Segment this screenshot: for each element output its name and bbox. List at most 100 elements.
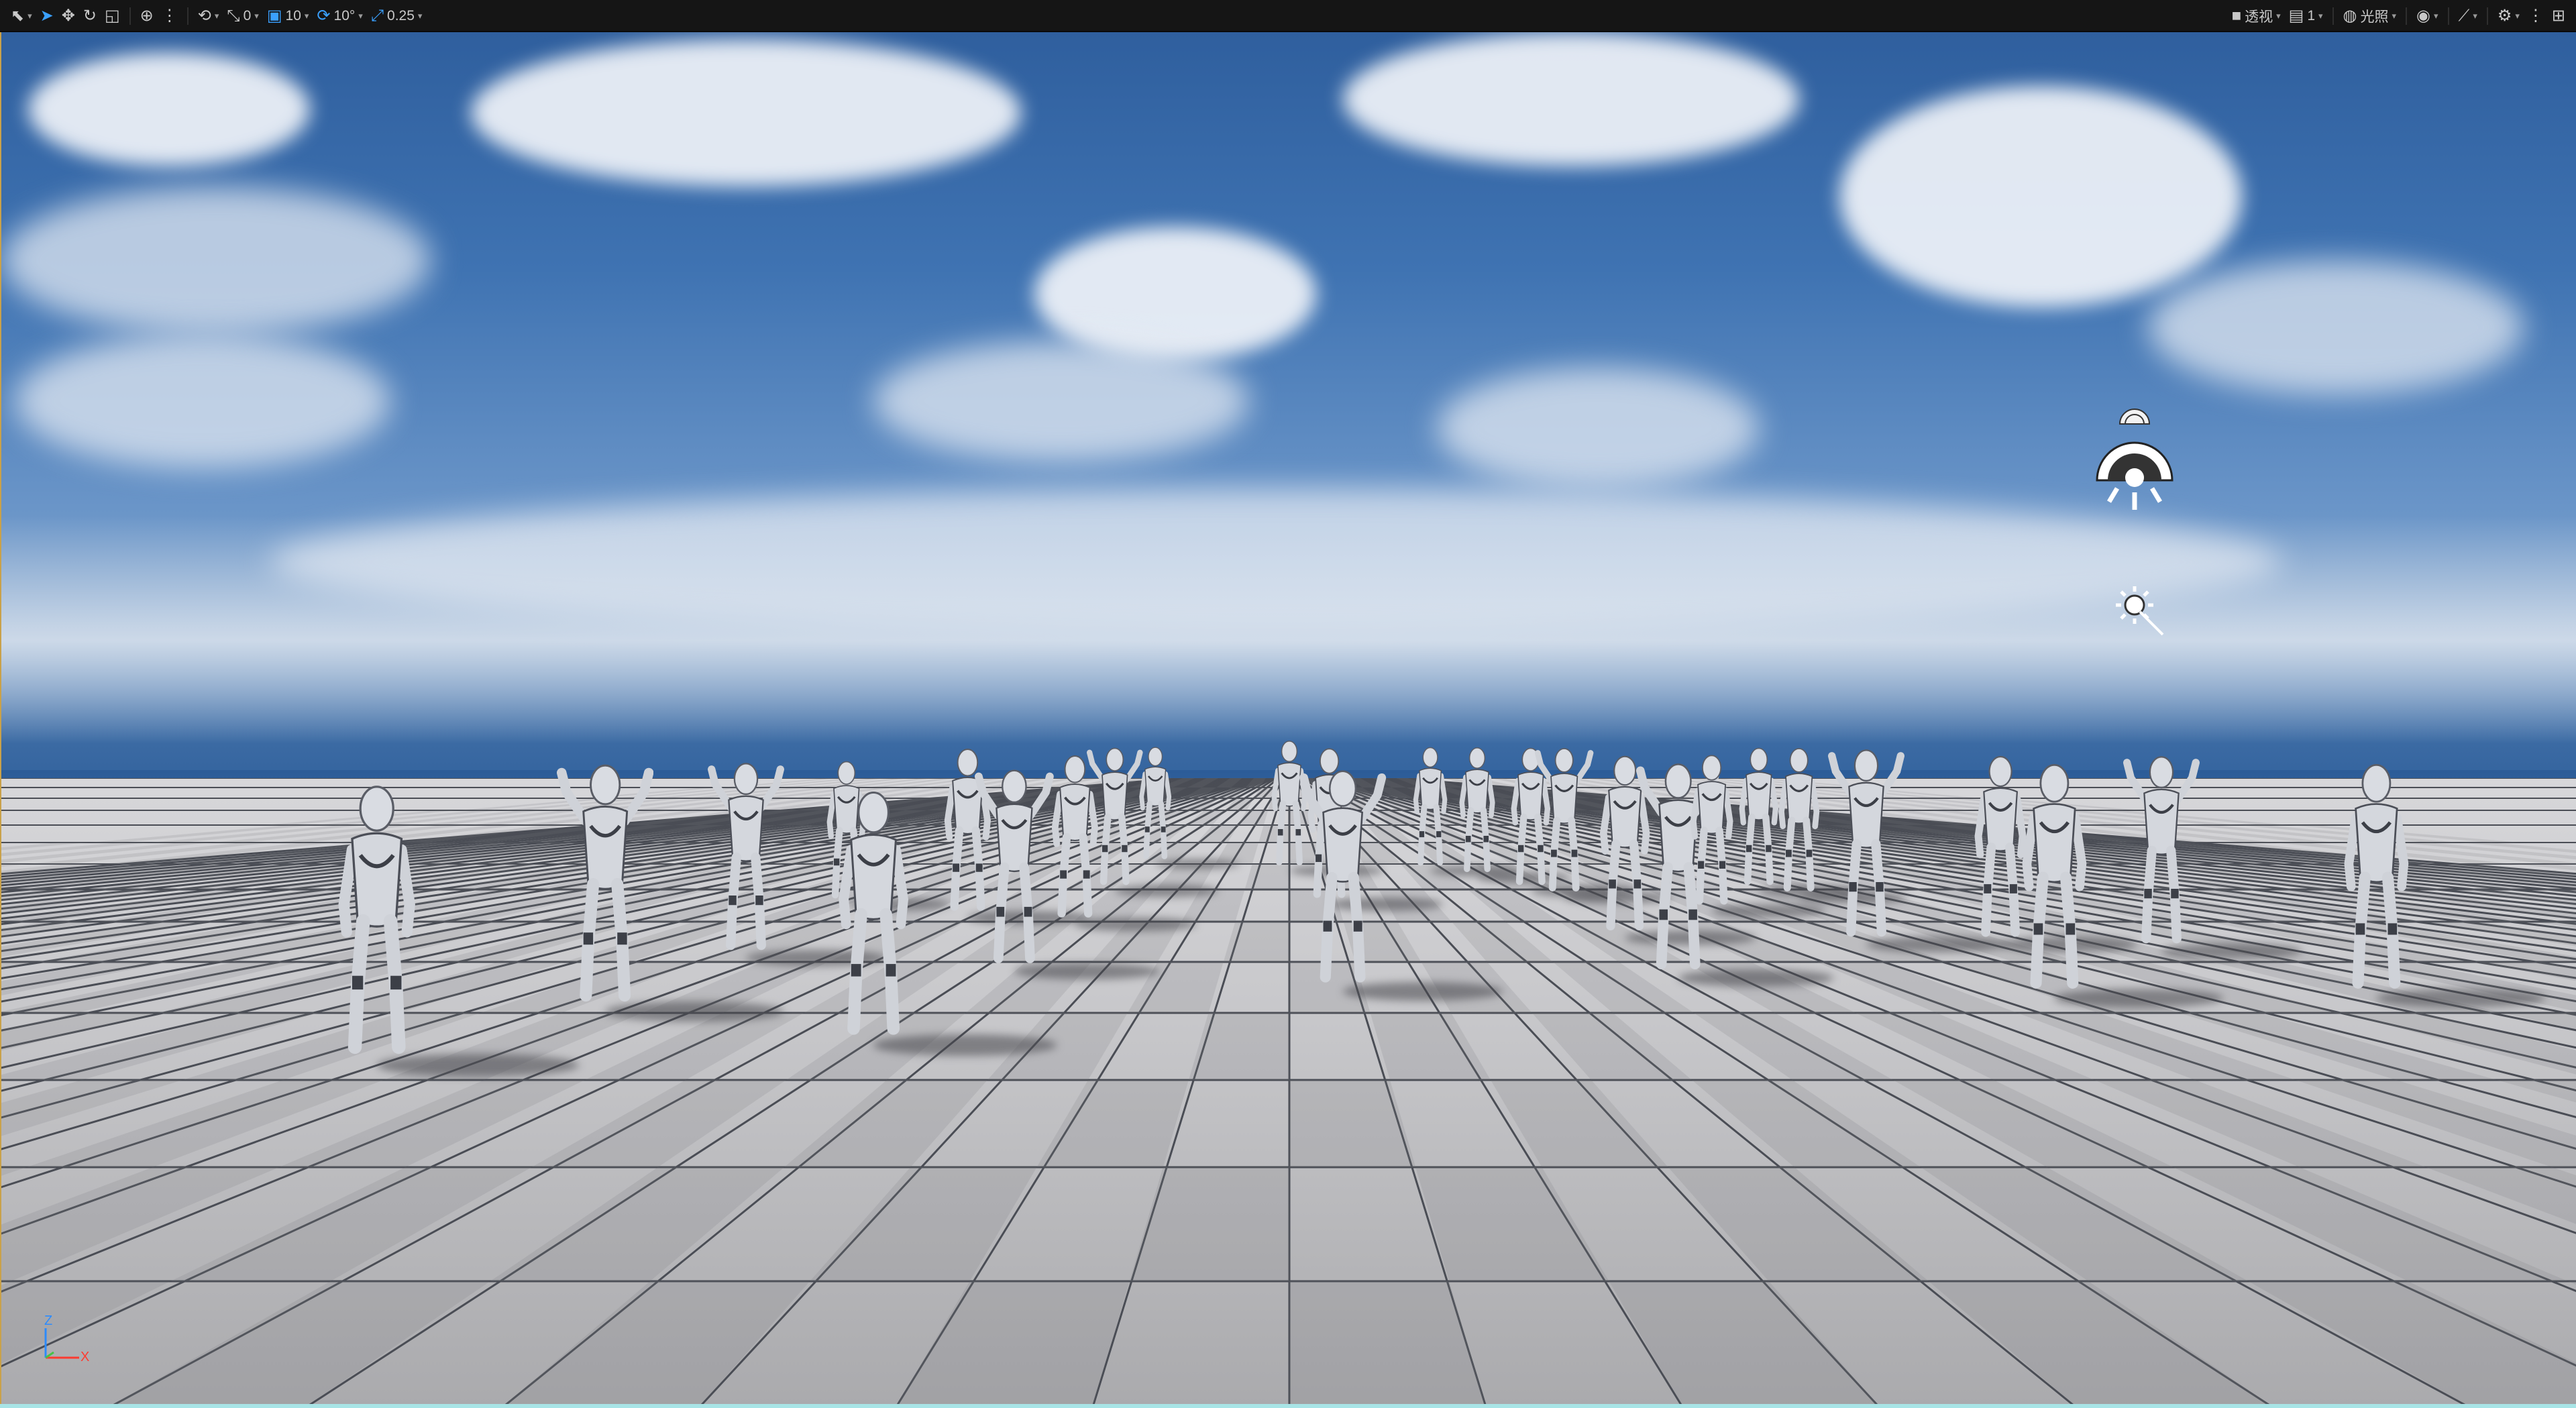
toolbar-divider <box>129 7 131 25</box>
eye-icon: ◉ <box>2416 7 2430 25</box>
viewport-toolbar: ⬉ ▾ ➤ ✥ ↻ ◱ ⊕ ⋮ ⟲ ▾ ⤡ 0 ▾ ▣ 10 ▾ ⟳ 10° ▾… <box>0 0 2576 32</box>
toolbar-divider <box>2406 7 2408 25</box>
world-space-button[interactable]: ⊕ <box>136 5 158 28</box>
grid-snap-value: 0 <box>243 8 252 23</box>
more-vertical-icon: ⋮ <box>161 7 178 25</box>
layout-icon: ▤ <box>2288 7 2304 25</box>
grid-size-icon: ▣ <box>266 7 282 25</box>
realtime-icon: ⟋ <box>2458 7 2470 25</box>
perspective-label: 透视 <box>2245 9 2273 25</box>
chevron-down-icon: ▾ <box>214 11 219 21</box>
chevron-down-icon: ▾ <box>2433 11 2438 21</box>
exponential-height-fog-icon[interactable] <box>2112 582 2165 636</box>
mannequin-character[interactable] <box>1452 743 1503 877</box>
level-viewport[interactable]: Z X <box>0 32 2576 1404</box>
globe-icon: ⊕ <box>140 7 154 25</box>
chevron-down-icon: ▾ <box>358 11 363 21</box>
cloud <box>471 39 1021 186</box>
chevron-down-icon: ▾ <box>2473 11 2477 21</box>
scale-snap-icon: ⤢ <box>370 7 384 25</box>
more-options-button[interactable]: ⋮ <box>158 5 182 28</box>
mannequin-character[interactable] <box>1406 743 1454 871</box>
cloud <box>28 52 310 166</box>
mannequin-character[interactable] <box>1770 743 1828 898</box>
chevron-down-icon: ▾ <box>2392 11 2397 21</box>
rotation-snap-button[interactable]: ⟳ 10° ▾ <box>313 5 366 28</box>
directional-light-icon[interactable] <box>2093 436 2176 515</box>
rotation-snap-value: 10° <box>333 8 356 23</box>
cloud <box>15 334 390 468</box>
viewport-layout-button[interactable]: ⊞ <box>2548 5 2569 28</box>
select-arrow-icon: ➤ <box>40 7 54 25</box>
chevron-down-icon: ▾ <box>2515 11 2520 21</box>
select-mode-icon: ⬉ <box>11 7 25 25</box>
chevron-down-icon: ▾ <box>304 11 309 21</box>
mannequin-character[interactable] <box>1132 743 1178 864</box>
cloud <box>1437 368 1759 488</box>
layout-button[interactable]: ▤ 1 ▾ <box>2285 5 2327 28</box>
mannequin-character[interactable] <box>2008 757 2100 998</box>
rotation-snap-icon: ⟳ <box>317 7 331 25</box>
realtime-button[interactable]: ⟋ ▾ <box>2455 5 2481 28</box>
mannequin-character[interactable] <box>1828 743 1904 944</box>
mannequin-character[interactable] <box>708 757 784 958</box>
toolbar-left-group: ⬉ ▾ ➤ ✥ ↻ ◱ ⊕ ⋮ ⟲ ▾ ⤡ 0 ▾ ▣ 10 ▾ ⟳ 10° ▾… <box>7 0 426 32</box>
grid-snap-button[interactable]: ⤡ 0 ▾ <box>223 5 262 28</box>
grid-snap-icon: ⤡ <box>227 7 240 25</box>
move-icon: ✥ <box>61 7 75 25</box>
more-button[interactable]: ⋮ <box>2524 5 2548 28</box>
rotate-tool-button[interactable]: ↻ <box>79 5 101 28</box>
scale-icon: ◱ <box>104 7 120 25</box>
scale-snap-value: 0.25 <box>387 8 415 23</box>
toolbar-divider <box>2332 7 2334 25</box>
mannequin-character[interactable] <box>824 783 923 1045</box>
sky <box>1 32 2576 824</box>
grid-size-value: 10 <box>285 8 301 23</box>
mannequin-character[interactable] <box>2330 757 2422 998</box>
mannequin-character[interactable] <box>556 757 654 1012</box>
viewport-bottom-strip <box>0 1404 2576 1408</box>
cloud <box>2148 260 2524 394</box>
chevron-down-icon: ▾ <box>254 11 259 21</box>
gear-icon: ⚙ <box>2497 7 2512 25</box>
cloud <box>873 341 1249 462</box>
grid-size-button[interactable]: ▣ 10 ▾ <box>263 5 313 28</box>
horizon-haze <box>1 515 2576 743</box>
chevron-down-icon: ▾ <box>2318 11 2323 21</box>
toolbar-divider <box>2447 7 2449 25</box>
toolbar-right-group: ■ 透视 ▾ ▤ 1 ▾ ◍ 光照 ▾ ◉ ▾ ⟋ ▾ ⚙ ▾ ⋮ ⊞ <box>2228 0 2569 32</box>
move-tool-button[interactable]: ✥ <box>58 5 79 28</box>
show-button[interactable]: ◉ ▾ <box>2412 5 2442 28</box>
mannequin-character[interactable] <box>1299 763 1387 991</box>
select-tool-button[interactable]: ➤ <box>36 5 58 28</box>
axis-z-label: Z <box>44 1313 53 1328</box>
axis-indicator: Z X <box>39 1313 99 1370</box>
lighting-icon: ◍ <box>2343 7 2357 25</box>
performance-button[interactable]: ⚙ ▾ <box>2493 5 2524 28</box>
rotate-icon: ↻ <box>83 7 97 25</box>
cloud <box>1343 32 1799 166</box>
mannequin-character[interactable] <box>322 777 431 1065</box>
viewport-layout-icon: ⊞ <box>2551 7 2565 25</box>
surface-snap-button[interactable]: ⟲ ▾ <box>194 5 223 28</box>
mannequin-character[interactable] <box>2123 750 2200 951</box>
more-icon: ⋮ <box>2527 7 2544 25</box>
chevron-down-icon: ▾ <box>2276 11 2281 21</box>
scale-snap-button[interactable]: ⤢ 0.25 ▾ <box>367 5 427 28</box>
cloud <box>1 186 431 334</box>
lighting-button[interactable]: ◍ 光照 ▾ <box>2339 5 2400 28</box>
chevron-down-icon: ▾ <box>417 11 423 21</box>
sky-atmosphere-icon[interactable] <box>2114 401 2155 428</box>
layout-label: 1 <box>2307 8 2315 23</box>
lighting-label: 光照 <box>2360 9 2389 25</box>
scale-tool-button[interactable]: ◱ <box>101 5 124 28</box>
cloud <box>1839 86 2242 307</box>
camera-icon: ■ <box>2231 7 2242 25</box>
mannequin-character[interactable] <box>1535 743 1594 898</box>
snap-icon: ⟲ <box>197 7 211 25</box>
select-mode-button[interactable]: ⬉ ▾ <box>7 5 36 28</box>
chevron-down-icon: ▾ <box>28 11 32 21</box>
perspective-button[interactable]: ■ 透视 ▾ <box>2228 5 2285 28</box>
toolbar-divider <box>2486 7 2488 25</box>
axis-x-label: X <box>80 1350 90 1364</box>
